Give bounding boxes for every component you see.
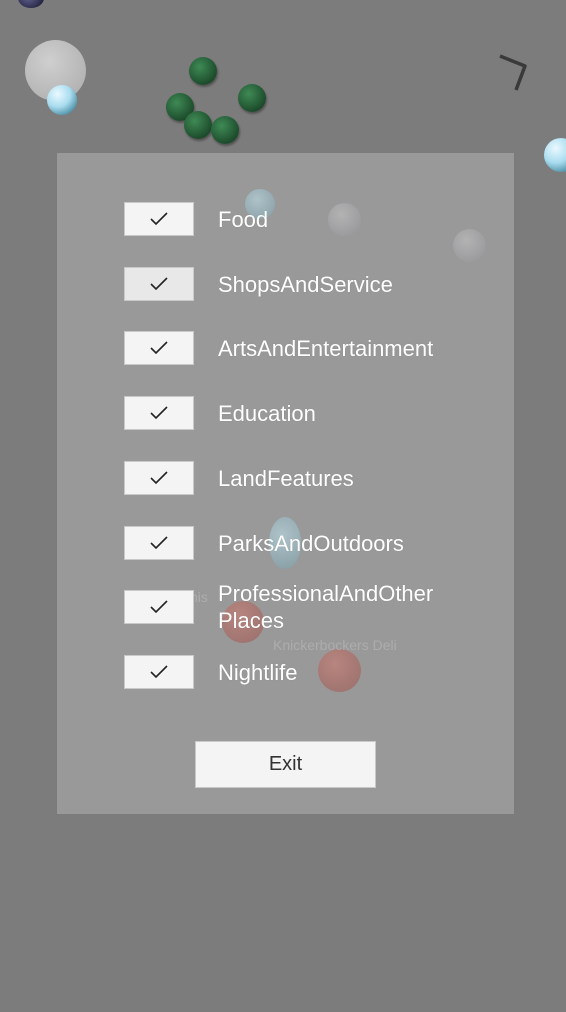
bracket-marker-icon [499, 54, 527, 91]
filter-row-professional-and-other-places[interactable]: ProfessionalAndOther Places [124, 581, 494, 633]
check-icon [150, 536, 168, 550]
cyan-marker-ball [544, 138, 566, 172]
filter-label: Nightlife [218, 659, 298, 685]
filter-label: Food [218, 206, 269, 232]
green-marker-ball [238, 84, 266, 112]
check-icon [150, 471, 168, 485]
filter-row-shops-and-service[interactable]: ShopsAndService [124, 266, 494, 302]
check-icon [150, 406, 168, 420]
nightlife-checkbox[interactable] [124, 655, 194, 689]
filter-row-nightlife[interactable]: Nightlife [124, 654, 494, 690]
dark-marker-ball [18, 0, 44, 8]
filter-row-parks-and-outdoors[interactable]: ParksAndOutdoors [124, 525, 494, 561]
green-marker-ball [189, 57, 217, 85]
food-checkbox[interactable] [124, 202, 194, 236]
green-marker-ball [211, 116, 239, 144]
filter-row-arts-and-entertainment[interactable]: ArtsAndEntertainment [124, 330, 494, 366]
check-icon [150, 212, 168, 226]
check-icon [150, 277, 168, 291]
cyan-marker-ball [47, 85, 77, 115]
filter-row-education[interactable]: Education [124, 395, 494, 431]
filter-label: Education [218, 400, 316, 426]
filter-label: ShopsAndService [218, 271, 393, 297]
filter-label: ArtsAndEntertainment [218, 335, 434, 361]
filter-row-food[interactable]: Food [124, 201, 494, 237]
land-features-checkbox[interactable] [124, 461, 194, 495]
professional-and-other-places-checkbox[interactable] [124, 590, 194, 624]
check-icon [150, 600, 168, 614]
arts-and-entertainment-checkbox[interactable] [124, 331, 194, 365]
shops-and-service-checkbox[interactable] [124, 267, 194, 301]
filter-label: ProfessionalAndOther Places [218, 581, 434, 633]
green-marker-ball [184, 111, 212, 139]
parks-and-outdoors-checkbox[interactable] [124, 526, 194, 560]
check-icon [150, 341, 168, 355]
filter-label: ParksAndOutdoors [218, 530, 404, 556]
filter-row-land-features[interactable]: LandFeatures [124, 460, 494, 496]
exit-button[interactable]: Exit [195, 741, 376, 788]
category-filter-panel: nis Knickerbockers Deli Food ShopsAndSer… [57, 153, 514, 814]
filter-label: LandFeatures [218, 465, 354, 491]
education-checkbox[interactable] [124, 396, 194, 430]
faded-place-label: Knickerbockers Deli [273, 637, 397, 653]
check-icon [150, 665, 168, 679]
